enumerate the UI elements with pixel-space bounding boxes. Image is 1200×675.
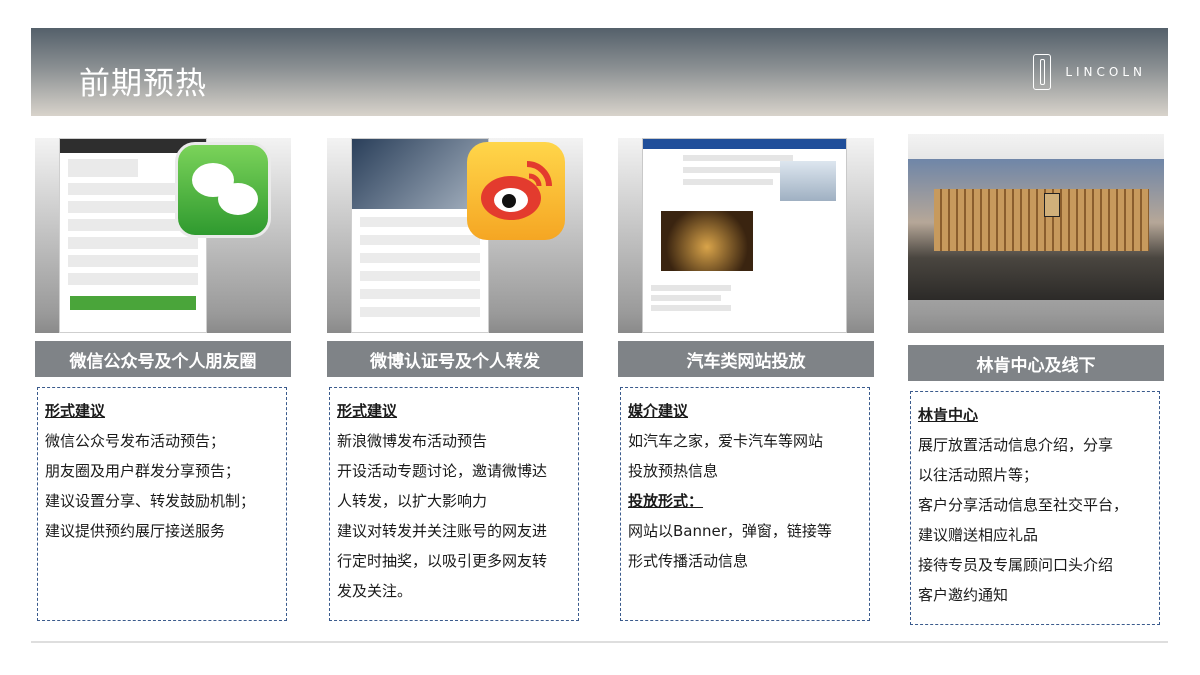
- desc-line: 建议提供预约展厅接送服务: [45, 522, 226, 540]
- lincoln-center-photo: [908, 134, 1164, 333]
- lincoln-sign-icon: [1044, 193, 1060, 217]
- desc-heading: 林肯中心: [918, 406, 979, 424]
- desc-line: 建议赠送相应礼品: [918, 526, 1039, 544]
- weibo-app-icon: [467, 142, 565, 240]
- desc-line: 客户邀约通知: [918, 586, 1009, 604]
- title-bar: 前期预热 LINCOLN: [31, 28, 1168, 116]
- column-description: 媒介建议 如汽车之家，爱卡汽车等网站 投放预热信息 投放形式： 网站以Banne…: [620, 387, 870, 621]
- desc-line: 展厅放置活动信息介绍，分享: [918, 436, 1114, 454]
- desc-line: 客户分享活动信息至社交平台，: [918, 496, 1129, 514]
- wechat-screenshot: [35, 138, 291, 333]
- lincoln-emblem-icon: [1033, 54, 1052, 90]
- desc-line: 建议对转发并关注账号的网友进: [337, 522, 548, 540]
- desc-line: 朋友圈及用户群发分享预告；: [45, 462, 241, 480]
- desc-line: 接待专员及专属顾问口头介绍: [918, 556, 1114, 574]
- column-description: 形式建议 微信公众号发布活动预告； 朋友圈及用户群发分享预告； 建议设置分享、转…: [37, 387, 287, 621]
- footer-divider: [31, 641, 1168, 643]
- desc-line: 人转发，以扩大影响力: [337, 492, 488, 510]
- column-description: 形式建议 新浪微博发布活动预告 开设活动专题讨论，邀请微博达 人转发，以扩大影响…: [329, 387, 579, 621]
- column-wechat: 微信公众号及个人朋友圈 形式建议 微信公众号发布活动预告； 朋友圈及用户群发分享…: [35, 138, 291, 621]
- column-label: 微博认证号及个人转发: [327, 341, 583, 377]
- page-title: 前期预热: [79, 66, 207, 102]
- brand-name: LINCOLN: [1065, 65, 1146, 79]
- desc-heading: 媒介建议: [628, 402, 689, 420]
- desc-line: 如汽车之家，爱卡汽车等网站: [628, 432, 824, 450]
- desc-line: 微信公众号发布活动预告；: [45, 432, 226, 450]
- desc-line: 以往活动照片等；: [918, 466, 1039, 484]
- desc-heading: 形式建议: [337, 402, 398, 420]
- car-site-page-mock: [642, 138, 847, 333]
- column-description: 林肯中心 展厅放置活动信息介绍，分享 以往活动照片等； 客户分享活动信息至社交平…: [910, 391, 1160, 625]
- column-car-sites: 汽车类网站投放 媒介建议 如汽车之家，爱卡汽车等网站 投放预热信息 投放形式： …: [618, 138, 874, 621]
- column-weibo: 微博认证号及个人转发 形式建议 新浪微博发布活动预告 开设活动专题讨论，邀请微博…: [327, 138, 583, 621]
- column-label: 林肯中心及线下: [908, 345, 1164, 381]
- desc-line: 开设活动专题讨论，邀请微博达: [337, 462, 548, 480]
- column-label: 汽车类网站投放: [618, 341, 874, 377]
- desc-heading: 形式建议: [45, 402, 106, 420]
- car-site-screenshot: [618, 138, 874, 333]
- weibo-screenshot: [327, 138, 583, 333]
- desc-line: 投放预热信息: [628, 462, 719, 480]
- wechat-app-icon: [175, 142, 271, 238]
- desc-line: 发及关注。: [337, 582, 413, 600]
- showroom-photo: [908, 159, 1164, 300]
- desc-line: 网站以Banner，弹窗，链接等: [628, 522, 832, 540]
- column-lincoln-center: 林肯中心及线下 林肯中心 展厅放置活动信息介绍，分享 以往活动照片等； 客户分享…: [908, 134, 1164, 625]
- lincoln-logo: LINCOLN: [1033, 52, 1146, 92]
- desc-line: 建议设置分享、转发鼓励机制；: [45, 492, 256, 510]
- desc-line: 行定时抽奖，以吸引更多网友转: [337, 552, 548, 570]
- column-label: 微信公众号及个人朋友圈: [35, 341, 291, 377]
- desc-heading: 投放形式：: [628, 492, 704, 510]
- desc-line: 新浪微博发布活动预告: [337, 432, 488, 450]
- desc-line: 形式传播活动信息: [628, 552, 749, 570]
